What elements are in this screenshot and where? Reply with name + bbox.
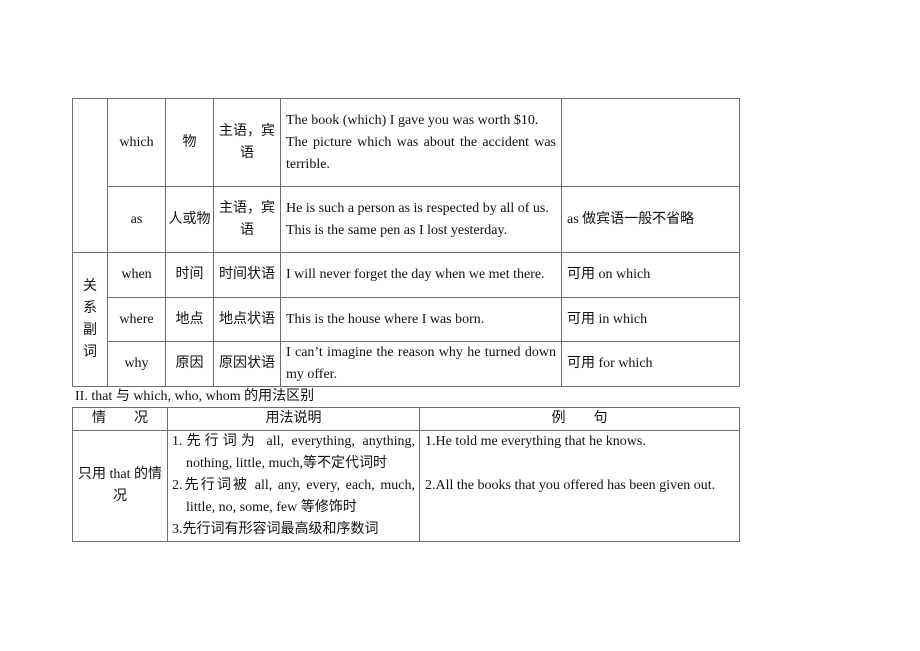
antecedent-cell: 人或物 [165, 186, 214, 253]
word-cell: when [107, 252, 166, 298]
that-vs-which-table: 情 况 用法说明 例 句 只用 that 的情况 1.先行词为 all, eve… [72, 407, 740, 542]
usage-cell: 1.先行词为 all, everything, anything, nothin… [167, 430, 420, 542]
example-sentence: I will never forget the day when we met … [286, 267, 545, 282]
antecedent-cell: 物 [165, 98, 214, 187]
example-sentence: 1.He told me everything that he knows. [425, 434, 646, 449]
word-cell: as [107, 186, 166, 253]
table-row: as 人或物 主语，宾语 He is such a person as is r… [73, 186, 740, 253]
header-situation: 情 况 [72, 407, 168, 431]
example-cell: He is such a person as is respected by a… [280, 186, 562, 253]
header-examples: 例 句 [419, 407, 740, 431]
header-row: 情 况 用法说明 例 句 [72, 407, 740, 431]
usage-item: 3.先行词有形容词最高级和序数词 [172, 522, 379, 537]
table-row: where 地点 地点状语 This is the house where I … [73, 297, 740, 342]
relative-words-table: which 物 主语，宾语 The book (which) I gave yo… [72, 98, 740, 387]
table-row: 只用 that 的情况 1.先行词为 all, everything, anyt… [72, 430, 740, 542]
function-cell: 原因状语 [213, 341, 281, 387]
group-char: 关 [83, 278, 97, 294]
example-sentence: He is such a person as is respected by a… [286, 200, 549, 216]
function-cell: 主语，宾语 [213, 98, 281, 187]
group-char: 系 [83, 300, 97, 316]
note-cell: 可用 in which [561, 297, 740, 342]
example-sentence: The book (which) I gave you was worth $1… [286, 112, 539, 128]
note-cell: as 做宾语一般不省略 [561, 186, 740, 253]
function-cell: 主语，宾语 [213, 186, 281, 253]
note-cell [561, 98, 740, 187]
word-cell: which [107, 98, 166, 187]
usage-item: 1.先行词为 all, everything, anything, nothin… [172, 434, 415, 471]
situation-cell: 只用 that 的情况 [72, 430, 168, 542]
examples-cell: 1.He told me everything that he knows. 2… [419, 430, 740, 542]
example-sentence: The picture which was about the accident… [286, 134, 556, 172]
usage-item: 2.先行词被 all, any, every, each, much, litt… [172, 478, 415, 515]
function-cell: 时间状语 [213, 252, 281, 298]
example-cell: I can’t imagine the reason why he turned… [280, 341, 562, 387]
note-cell: 可用 on which [561, 252, 740, 298]
example-sentence: I can’t imagine the reason why he turned… [286, 345, 556, 382]
word-cell: why [107, 341, 166, 387]
group-char: 词 [83, 344, 97, 360]
antecedent-cell: 地点 [165, 297, 214, 342]
example-cell: This is the house where I was born. [280, 297, 562, 342]
group-cell-relative-pronoun [72, 98, 108, 253]
note-cell: 可用 for which [561, 341, 740, 387]
example-sentence: 2.All the books that you offered has bee… [425, 478, 716, 493]
table-row: 关 系 副 词 when 时间 时间状语 I will never forget… [72, 252, 740, 387]
group-cell-relative-adverb: 关 系 副 词 [72, 252, 108, 387]
table-row: which 物 主语，宾语 The book (which) I gave yo… [72, 98, 740, 253]
antecedent-cell: 原因 [165, 341, 214, 387]
antecedent-cell: 时间 [165, 252, 214, 298]
header-usage: 用法说明 [167, 407, 420, 431]
example-cell: The book (which) I gave you was worth $1… [280, 98, 562, 187]
function-cell: 地点状语 [213, 297, 281, 342]
example-cell: I will never forget the day when we met … [280, 252, 562, 298]
word-cell: where [107, 297, 166, 342]
section-heading: II. that 与 which, who, whom 的用法区别 [75, 389, 315, 404]
group-char: 副 [83, 322, 97, 338]
table-row: why 原因 原因状语 I can’t imagine the reason w… [73, 341, 740, 387]
example-sentence: This is the house where I was born. [286, 311, 485, 327]
example-sentence: This is the same pen as I lost yesterday… [286, 222, 508, 238]
